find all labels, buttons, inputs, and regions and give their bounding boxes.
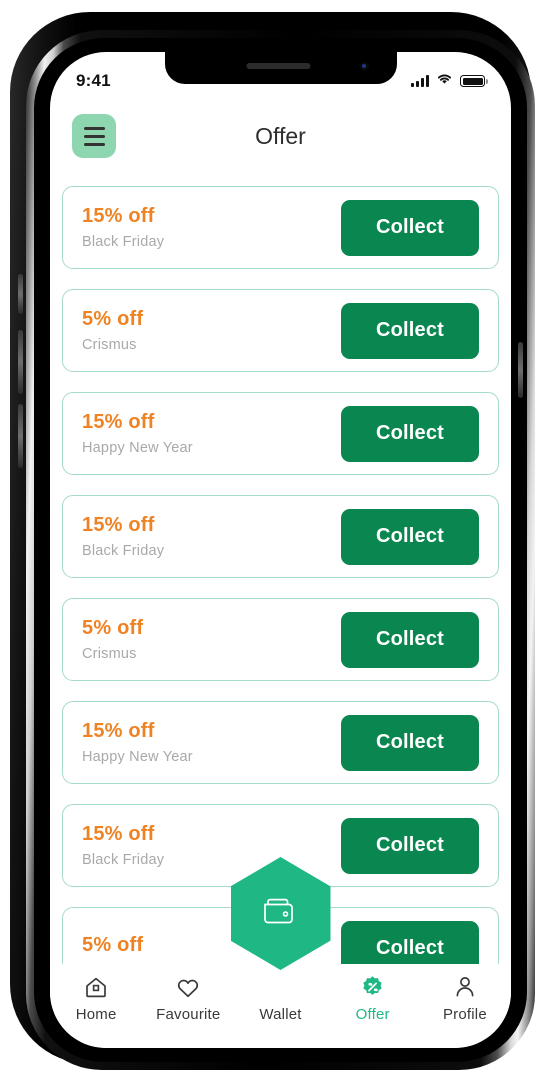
power-button[interactable] [518, 342, 523, 398]
front-camera [359, 62, 369, 71]
volume-up-button[interactable] [18, 330, 23, 394]
nav-item-favourite[interactable]: Favourite [142, 974, 234, 1023]
collect-button[interactable]: Collect [341, 199, 479, 256]
mute-switch[interactable] [18, 274, 23, 314]
collect-button[interactable]: Collect [341, 611, 479, 668]
offer-title: Crismus [82, 337, 137, 353]
offer-discount: 15% off [82, 823, 155, 845]
status-icons [411, 72, 488, 90]
offer-title: Black Friday [82, 852, 165, 868]
nav-label: Favourite [156, 1006, 221, 1023]
offer-texts: 5% off [82, 934, 143, 963]
nav-item-wallet[interactable]: Wallet [234, 974, 326, 1023]
offer-title: Black Friday [82, 234, 165, 250]
offer-texts: 5% off Crismus [82, 308, 143, 353]
offer-card[interactable]: 5% off Crismus Collect [62, 289, 499, 372]
offer-card[interactable]: 15% off Black Friday Collect [62, 495, 499, 578]
heart-icon [175, 974, 201, 1000]
offer-discount: 5% off [82, 934, 144, 956]
offer-discount: 15% off [82, 514, 155, 536]
person-icon [453, 974, 477, 1000]
offer-discount: 15% off [82, 720, 155, 742]
offer-title: Crismus [82, 646, 137, 662]
offer-texts: 15% off Happy New Year [82, 411, 193, 456]
offer-title: Happy New Year [82, 749, 193, 765]
nav-item-offer[interactable]: Offer [327, 974, 419, 1023]
nav-label: Profile [442, 1006, 487, 1023]
offer-discount: 5% off [82, 617, 144, 639]
collect-button[interactable]: Collect [341, 714, 479, 771]
home-icon [84, 974, 108, 1000]
offer-texts: 15% off Black Friday [82, 205, 164, 250]
offer-card[interactable]: 5% off Crismus Collect [62, 598, 499, 681]
offer-discount: 15% off [82, 205, 155, 227]
phone-frame: 9:41 Offer 15% off Black Friday Collect … [10, 12, 535, 1070]
collect-button[interactable]: Collect [341, 405, 479, 462]
nav-label: Offer [355, 1006, 390, 1023]
nav-item-home[interactable]: Home [50, 974, 142, 1023]
wifi-icon [436, 72, 453, 90]
phone-screen: 9:41 Offer 15% off Black Friday Collect … [50, 52, 511, 1048]
notch [164, 52, 397, 84]
offer-texts: 15% off Black Friday [82, 514, 164, 559]
offer-title: Black Friday [82, 543, 165, 559]
nav-label: Wallet [259, 1006, 302, 1023]
offer-card[interactable]: 15% off Happy New Year Collect [62, 701, 499, 784]
bottom-navigation: Home Favourite Wallet Offer Profile [50, 964, 511, 1048]
nav-item-profile[interactable]: Profile [419, 974, 511, 1023]
nav-label: Home [75, 1006, 117, 1023]
wallet-icon [261, 895, 301, 932]
cellular-signal-icon [411, 75, 429, 87]
discount-badge-icon [360, 974, 385, 1000]
app-header: Offer [50, 100, 511, 172]
offer-texts: 15% off Black Friday [82, 823, 164, 868]
hamburger-menu-icon[interactable] [72, 114, 116, 158]
offer-texts: 15% off Happy New Year [82, 720, 193, 765]
volume-down-button[interactable] [18, 404, 23, 468]
screenshot-stage: 9:41 Offer 15% off Black Friday Collect … [0, 0, 541, 1076]
status-clock: 9:41 [76, 71, 111, 90]
offer-card[interactable]: 15% off Black Friday Collect [62, 186, 499, 269]
offer-discount: 15% off [82, 411, 155, 433]
collect-button[interactable]: Collect [341, 302, 479, 359]
earpiece-speaker [245, 63, 310, 69]
page-title: Offer [255, 122, 306, 149]
offer-discount: 5% off [82, 308, 144, 330]
offer-title: Happy New Year [82, 440, 193, 456]
offer-card[interactable]: 15% off Happy New Year Collect [62, 392, 499, 475]
collect-button[interactable]: Collect [341, 817, 479, 874]
offer-texts: 5% off Crismus [82, 617, 143, 662]
collect-button[interactable]: Collect [341, 508, 479, 565]
battery-full-icon [460, 75, 488, 87]
